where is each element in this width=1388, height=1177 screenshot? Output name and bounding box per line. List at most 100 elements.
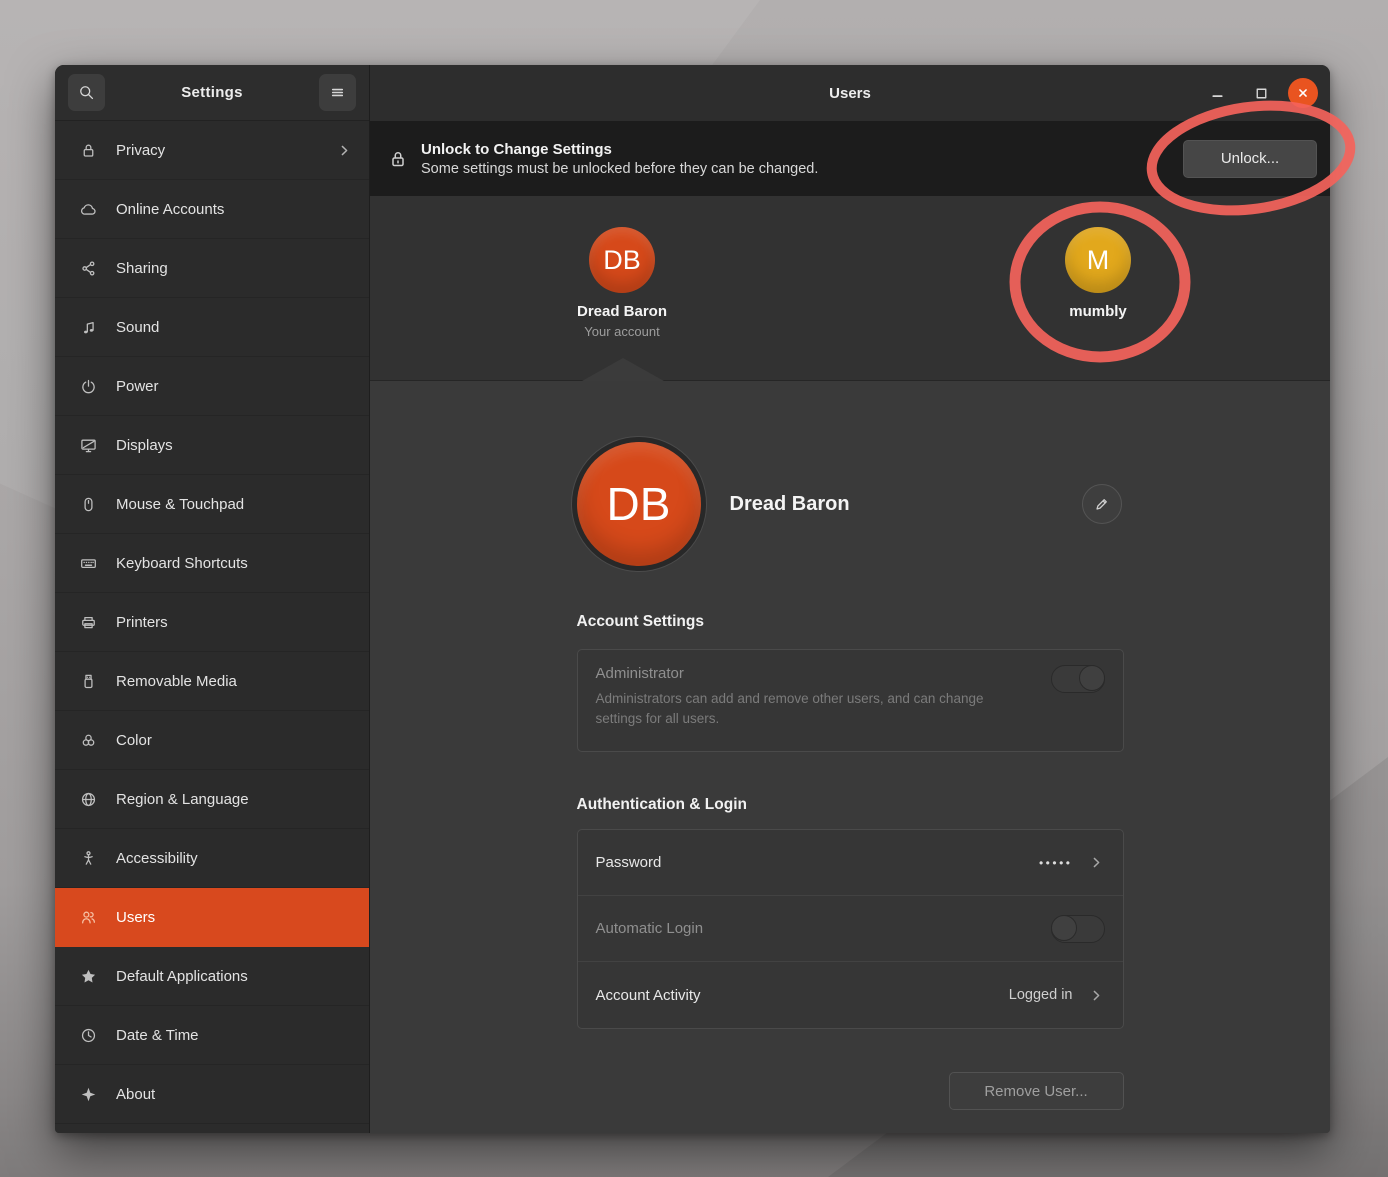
mouse-icon <box>79 495 97 513</box>
row-label: Account Activity <box>596 987 701 1004</box>
administrator-row: Administrator Administrators can add and… <box>577 649 1124 752</box>
color-icon <box>79 731 97 749</box>
search-icon <box>78 84 95 101</box>
sidebar-item-accessibility[interactable]: Accessibility <box>55 829 369 888</box>
sidebar-item-label: Date & Time <box>116 1027 369 1044</box>
chevron-right-icon <box>1088 987 1105 1004</box>
minimize-icon <box>1209 85 1226 102</box>
unlock-button[interactable]: Unlock... <box>1183 140 1317 178</box>
sidebar-title: Settings <box>181 84 243 101</box>
sidebar-item-mouse-touchpad[interactable]: Mouse & Touchpad <box>55 475 369 534</box>
sidebar-item-printers[interactable]: Printers <box>55 593 369 652</box>
minimize-button[interactable] <box>1200 76 1234 110</box>
avatar-initials: DB <box>607 477 671 531</box>
display-icon <box>79 436 97 454</box>
sidebar-item-label: Accessibility <box>116 850 369 867</box>
close-button[interactable] <box>1288 78 1318 108</box>
sidebar-item-keyboard-shortcuts[interactable]: Keyboard Shortcuts <box>55 534 369 593</box>
sidebar-item-sound[interactable]: Sound <box>55 298 369 357</box>
user-avatar[interactable]: DB <box>577 442 701 566</box>
carousel-user-dread-baron[interactable]: DB Dread Baron Your account <box>532 227 712 339</box>
sidebar-header: Settings <box>55 65 369 121</box>
settings-window: Settings Privacy Online Accounts Sharing… <box>55 65 1330 1133</box>
avatar-initials: M <box>1087 245 1110 276</box>
sidebar-item-default-applications[interactable]: Default Applications <box>55 947 369 1006</box>
chevron-right-icon <box>1088 854 1105 871</box>
sidebar-item-label: About <box>116 1086 369 1103</box>
hamburger-menu-icon <box>329 84 346 101</box>
account-activity-row[interactable]: Account Activity Logged in <box>578 962 1123 1028</box>
globe-icon <box>79 790 97 808</box>
carousel-user-mumbly[interactable]: M mumbly <box>1008 227 1188 320</box>
sidebar-item-label: Keyboard Shortcuts <box>116 555 369 572</box>
selected-user-pointer <box>582 358 664 381</box>
maximize-icon <box>1253 85 1270 102</box>
star-icon <box>79 967 97 985</box>
avatar: DB <box>589 227 655 293</box>
edit-name-button[interactable] <box>1082 484 1122 524</box>
sidebar-item-power[interactable]: Power <box>55 357 369 416</box>
search-button[interactable] <box>68 74 105 111</box>
row-value: Logged in <box>1009 987 1073 1003</box>
share-icon <box>79 259 97 277</box>
profile-row: DB Dread Baron <box>577 442 1124 566</box>
sidebar-item-date-time[interactable]: Date & Time <box>55 1006 369 1065</box>
automatic-login-toggle <box>1051 915 1105 943</box>
sidebar-item-color[interactable]: Color <box>55 711 369 770</box>
cloud-icon <box>79 200 97 218</box>
unlock-banner: Unlock to Change Settings Some settings … <box>370 121 1330 196</box>
window-controls <box>1200 65 1318 121</box>
sidebar-item-users[interactable]: Users <box>55 888 369 947</box>
sidebar-list: Privacy Online Accounts Sharing Sound Po… <box>55 121 369 1133</box>
sound-icon <box>79 318 97 336</box>
avatar-initials: DB <box>603 245 641 276</box>
banner-title: Unlock to Change Settings <box>421 141 818 158</box>
automatic-login-row: Automatic Login <box>578 896 1123 962</box>
carousel-user-subtitle: Your account <box>584 324 659 339</box>
auth-login-box: Password ••••• Automatic Login Account A… <box>577 829 1124 1029</box>
user-fullname: Dread Baron <box>730 493 1082 516</box>
banner-text: Unlock to Change Settings Some settings … <box>421 141 818 177</box>
banner-subtitle: Some settings must be unlocked before th… <box>421 161 818 177</box>
sidebar-item-label: Displays <box>116 437 369 454</box>
lock-icon <box>388 149 408 169</box>
sidebar-item-about[interactable]: About <box>55 1065 369 1124</box>
administrator-description: Administrators can add and remove other … <box>596 689 1016 730</box>
sidebar-item-removable-media[interactable]: Removable Media <box>55 652 369 711</box>
sidebar-item-label: Privacy <box>116 142 336 159</box>
sidebar-item-label: Region & Language <box>116 791 369 808</box>
sidebar-item-label: Users <box>116 909 369 926</box>
clock-icon <box>79 1026 97 1044</box>
row-label: Automatic Login <box>596 920 704 937</box>
accessibility-icon <box>79 849 97 867</box>
sidebar-item-label: Color <box>116 732 369 749</box>
sidebar-item-label: Sound <box>116 319 369 336</box>
main-panel: Users Unlock to Change Settings Some set… <box>370 65 1330 1133</box>
sidebar-item-label: Online Accounts <box>116 201 369 218</box>
row-label: Password <box>596 854 662 871</box>
administrator-text: Administrator Administrators can add and… <box>596 665 1016 730</box>
carousel-user-name: Dread Baron <box>577 303 667 320</box>
lock-icon <box>79 141 97 159</box>
keyboard-icon <box>79 554 97 572</box>
remove-user-button[interactable]: Remove User... <box>949 1072 1124 1110</box>
toggle-knob <box>1079 665 1105 691</box>
sidebar-item-displays[interactable]: Displays <box>55 416 369 475</box>
sidebar: Settings Privacy Online Accounts Sharing… <box>55 65 370 1133</box>
maximize-button[interactable] <box>1244 76 1278 110</box>
user-carousel: DB Dread Baron Your account M mumbly <box>370 196 1330 381</box>
printer-icon <box>79 613 97 631</box>
password-row[interactable]: Password ••••• <box>578 830 1123 896</box>
menu-button[interactable] <box>319 74 356 111</box>
sidebar-item-label: Printers <box>116 614 369 631</box>
sidebar-item-online-accounts[interactable]: Online Accounts <box>55 180 369 239</box>
sidebar-item-privacy[interactable]: Privacy <box>55 121 369 180</box>
sidebar-item-label: Power <box>116 378 369 395</box>
auth-login-header: Authentication & Login <box>577 796 1124 814</box>
sidebar-item-sharing[interactable]: Sharing <box>55 239 369 298</box>
page-title: Users <box>829 85 871 102</box>
sidebar-item-region-language[interactable]: Region & Language <box>55 770 369 829</box>
sidebar-item-label: Default Applications <box>116 968 369 985</box>
administrator-toggle <box>1051 665 1105 693</box>
administrator-label: Administrator <box>596 665 1016 682</box>
